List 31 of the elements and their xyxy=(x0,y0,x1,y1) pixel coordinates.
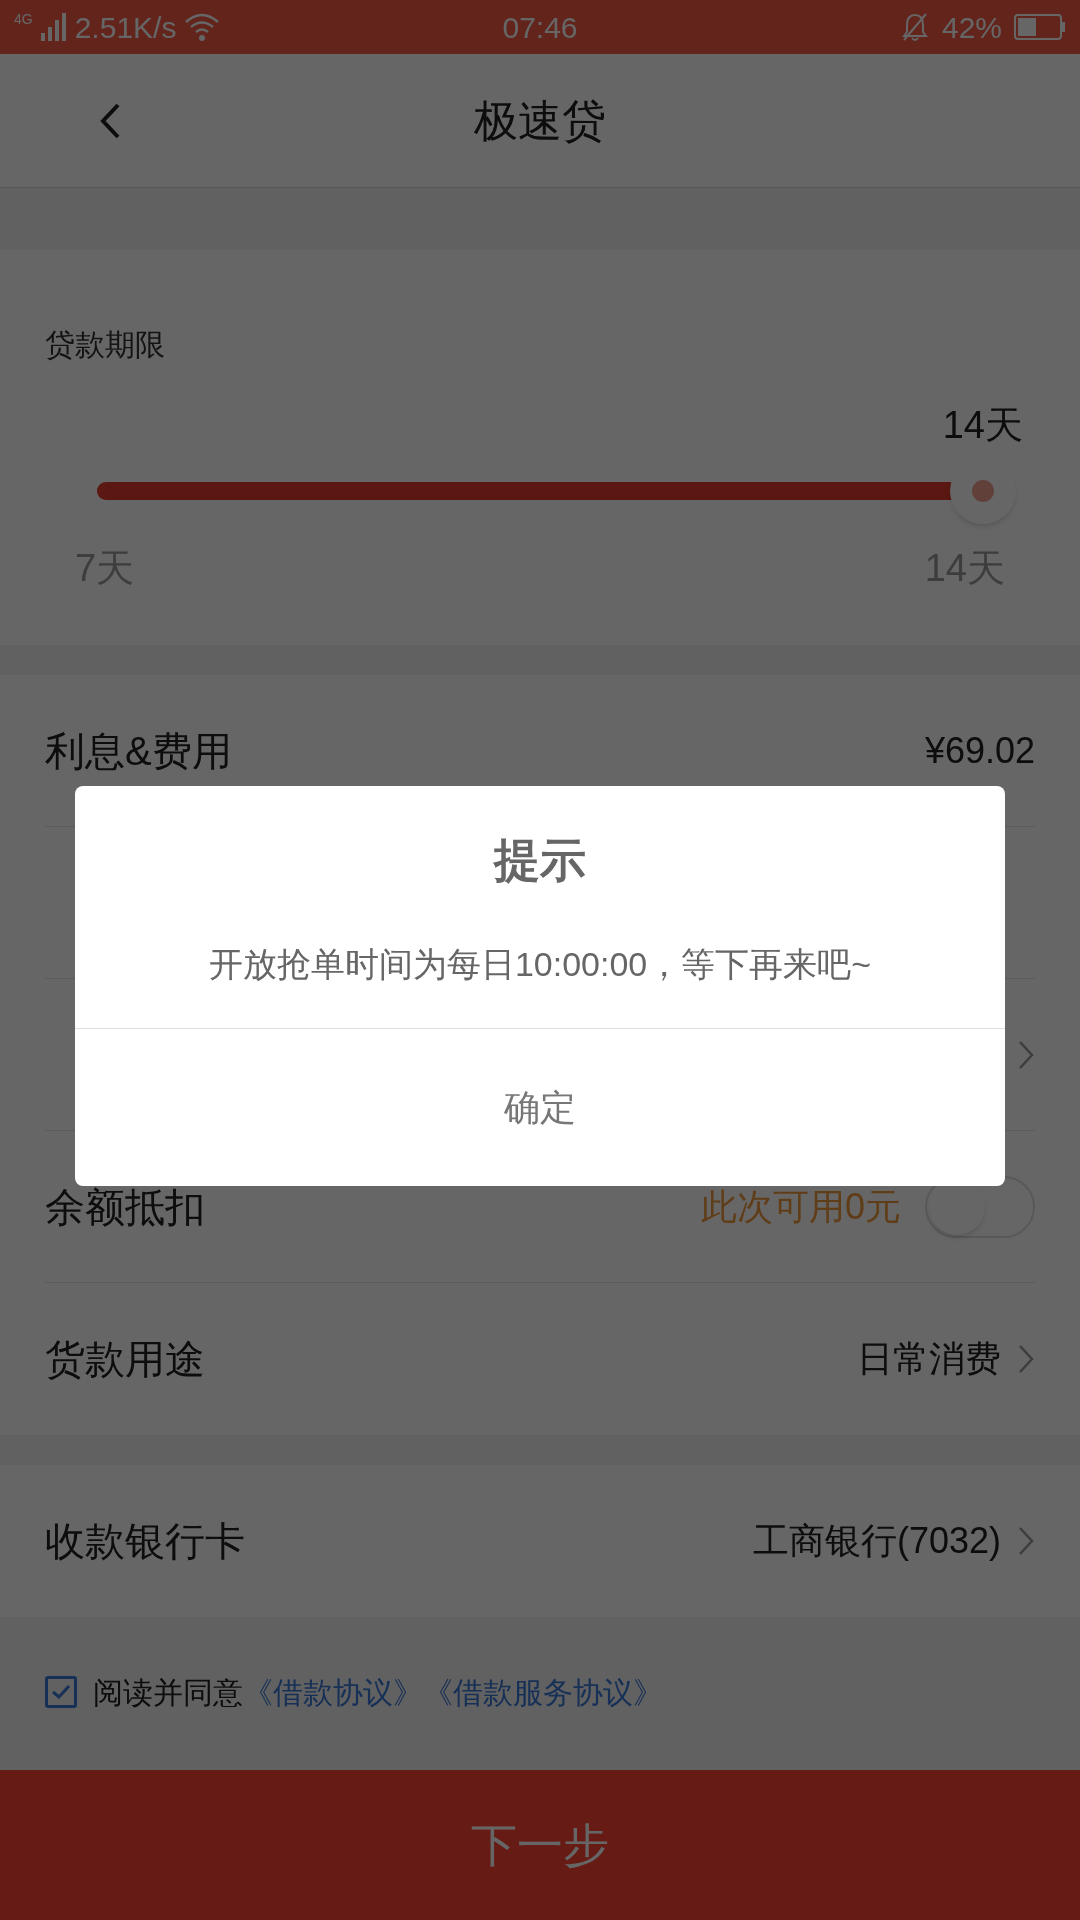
row-label: 利息&费用 xyxy=(45,727,232,775)
battery-icon xyxy=(1014,14,1066,40)
row-value: ¥69.02 xyxy=(924,728,1035,773)
dialog-title: 提示 xyxy=(494,833,586,888)
agree-checkbox[interactable] xyxy=(45,1676,77,1708)
clock: 07:46 xyxy=(502,9,578,46)
page-title: 极速贷 xyxy=(474,94,606,147)
agreement-text: 阅读并同意《借款协议》《借款服务协议》 xyxy=(93,1674,663,1711)
dialog-message: 开放抢单时间为每日10:00:00，等下再来吧~ xyxy=(208,944,872,985)
chevron-right-icon xyxy=(1017,1343,1035,1375)
wifi-icon xyxy=(184,12,221,42)
agreement-link[interactable]: 《借款协议》 xyxy=(243,1675,423,1709)
network-type: 4G xyxy=(14,9,33,29)
chevron-right-icon xyxy=(1017,1525,1035,1557)
row-label: 收款银行卡 xyxy=(45,1518,245,1565)
available-hint: 此次可用0元 xyxy=(700,1184,901,1229)
term-label: 贷款期限 xyxy=(45,327,166,363)
check-icon xyxy=(51,1684,71,1700)
battery-percent: 42% xyxy=(941,9,1002,46)
term-value: 14天 xyxy=(942,403,1023,448)
row-label: 货款用途 xyxy=(45,1336,205,1383)
bell-muted-icon xyxy=(899,12,930,42)
next-button[interactable]: 下一步 xyxy=(0,1770,1080,1920)
confirm-button[interactable]: 确定 xyxy=(75,1029,1005,1186)
row-value: 日常消费 xyxy=(857,1337,1001,1381)
row-value: 工商银行(7032) xyxy=(752,1519,1001,1563)
network-speed: 2.51K/s xyxy=(74,9,177,46)
signal-icon xyxy=(40,13,67,41)
row-label: 余额抵扣 xyxy=(45,1183,205,1231)
agreement-link[interactable]: 《借款服务协议》 xyxy=(423,1675,663,1709)
back-icon xyxy=(99,101,121,140)
